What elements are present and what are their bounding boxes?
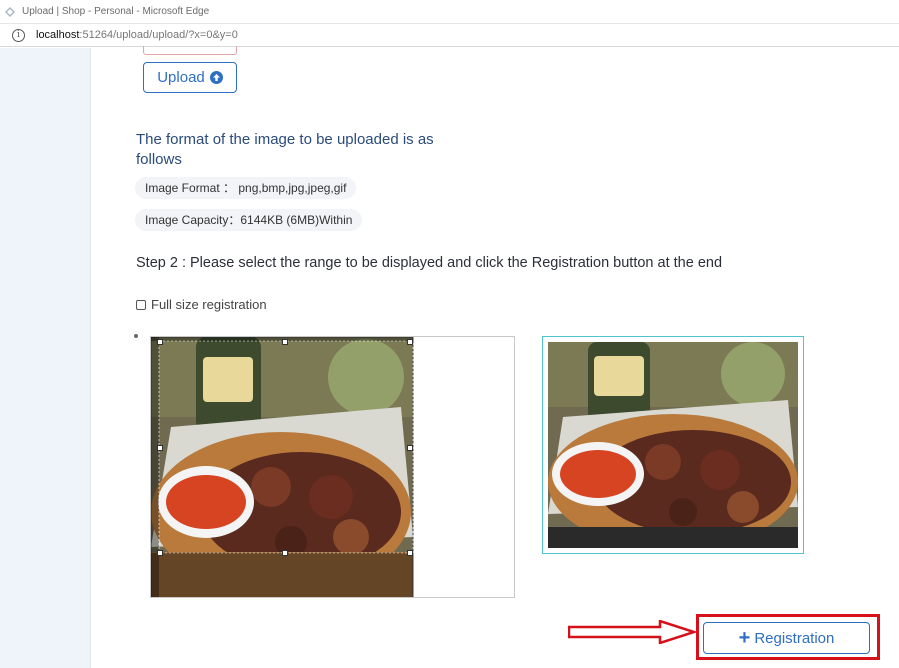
- url-path: :51264/upload/upload/?x=0&y=0: [79, 29, 238, 41]
- site-info-icon[interactable]: i: [12, 28, 25, 42]
- upload-button-label: Upload: [157, 69, 205, 86]
- crop-handle-top-right[interactable]: [407, 339, 413, 345]
- crop-handle-top-left[interactable]: [157, 339, 163, 345]
- crop-handle-bottom-left[interactable]: [157, 550, 163, 556]
- red-arrow-annotation: [568, 620, 696, 644]
- crop-handle-top[interactable]: [282, 339, 288, 345]
- image-crop-area[interactable]: [150, 336, 515, 598]
- food-photo-source: [151, 337, 414, 597]
- arrow-up-circle-icon: [209, 71, 223, 84]
- crop-handle-bottom-right[interactable]: [407, 550, 413, 556]
- crop-preview: [542, 336, 804, 554]
- crop-handle-bottom[interactable]: [282, 550, 288, 556]
- url-host: localhost: [36, 29, 80, 41]
- registration-button[interactable]: + Registration: [703, 622, 870, 654]
- full-size-checkbox[interactable]: [136, 299, 146, 310]
- bullet-dot: [134, 334, 138, 338]
- previous-button-edge: [143, 46, 237, 55]
- crop-handle-left[interactable]: [157, 445, 163, 451]
- plus-icon: +: [738, 627, 751, 649]
- full-size-label: Full size registration: [151, 297, 267, 312]
- upload-page-content: Upload The format of the image to be upl…: [92, 46, 899, 668]
- window-title: Upload | Shop - Personal - Microsoft Edg…: [22, 6, 210, 17]
- page-left-gutter: [0, 48, 91, 668]
- upload-button[interactable]: Upload: [143, 62, 237, 93]
- image-capacity-chip: Image Capacity：6144KB (6MB)Within: [135, 209, 363, 231]
- food-photo-preview: [548, 342, 798, 550]
- full-size-registration-option[interactable]: Full size registration: [136, 297, 267, 312]
- browser-titlebar: Upload | Shop - Personal - Microsoft Edg…: [0, 0, 899, 24]
- registration-button-label: Registration: [754, 629, 835, 647]
- address-bar[interactable]: i localhost:51264/upload/upload/?x=0&y=0: [0, 24, 899, 47]
- format-title: The format of the image to be uploaded i…: [136, 131, 434, 168]
- edge-app-icon: [5, 6, 15, 17]
- image-format-chip: Image Format ： png,bmp,jpg,jpeg,gif: [135, 177, 357, 199]
- crop-handle-right[interactable]: [407, 445, 413, 451]
- step2-instructions: Step 2 : Please select the range to be d…: [136, 255, 723, 271]
